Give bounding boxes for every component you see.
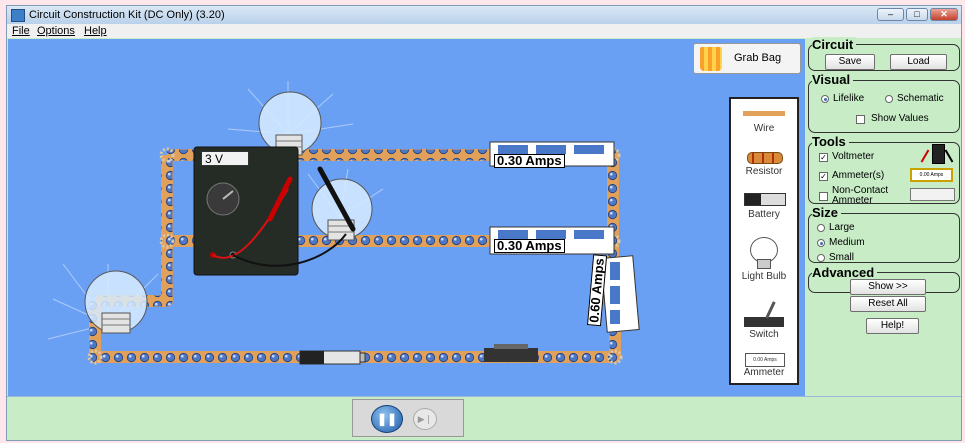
current-label-top: 0.30 Amps: [494, 154, 565, 168]
ammeter-checkbox[interactable]: ✓: [819, 172, 828, 181]
circuit-drawing: [47, 81, 640, 365]
menu-options[interactable]: Options: [37, 25, 75, 37]
grab-bag-button[interactable]: Grab Bag: [693, 43, 801, 74]
control-panel: Circuit Save Load Visual Lifelike Schema…: [807, 37, 961, 396]
light-bulb-top[interactable]: [258, 91, 322, 156]
grab-bag-icon: [700, 47, 722, 71]
battery[interactable]: [299, 350, 366, 365]
show-values-checkbox[interactable]: [856, 115, 865, 124]
ammeter-tool-icon: 0.00 Amps: [910, 168, 953, 182]
menu-bar: File Options Help: [7, 24, 961, 38]
switch-icon: [744, 317, 784, 327]
close-button[interactable]: ✕: [930, 8, 958, 21]
minimize-button[interactable]: –: [877, 8, 904, 21]
playback-controls: ❚❚ ▶❘: [352, 399, 464, 437]
visual-section: [808, 80, 960, 133]
non-contact-ammeter-label: Non-Contact Ammeter: [832, 185, 889, 206]
menu-help[interactable]: Help: [84, 25, 107, 37]
wire-icon: [743, 111, 785, 116]
voltmeter-checkbox[interactable]: ✓: [819, 153, 828, 162]
size-large-radio[interactable]: [817, 224, 825, 232]
size-section-title: Size: [812, 205, 842, 220]
grab-bag-label: Grab Bag: [734, 52, 782, 64]
schematic-label: Schematic: [897, 93, 944, 104]
light-bulb-left[interactable]: [84, 270, 148, 334]
tools-section-title: Tools: [812, 134, 849, 149]
window-title: Circuit Construction Kit (DC Only) (3.20…: [29, 9, 225, 21]
ammeter-label: Ammeter(s): [832, 170, 885, 181]
pause-button[interactable]: ❚❚: [371, 405, 403, 433]
maximize-button[interactable]: □: [906, 8, 928, 21]
toolbox-resistor-label: Resistor: [745, 166, 783, 177]
app-content: 3 V 0.30 Amps 0.30 Amps 0.60 Amps Grab B…: [7, 37, 961, 440]
voltmeter-display: 3 V: [201, 151, 249, 166]
step-button[interactable]: ▶❘: [413, 408, 437, 430]
size-large-label: Large: [829, 222, 855, 233]
show-values-label: Show Values: [871, 113, 929, 124]
bulb-base-icon: [757, 259, 771, 269]
circuit-section-title: Circuit: [812, 37, 857, 52]
component-toolbox: Wire Resistor Battery Light Bulb Switch …: [729, 97, 799, 385]
menu-file[interactable]: File: [12, 25, 30, 37]
lifelike-radio[interactable]: [821, 95, 829, 103]
toolbox-battery-label: Battery: [748, 209, 780, 220]
lifelike-label: Lifelike: [833, 93, 865, 104]
app-window: Circuit Construction Kit (DC Only) (3.20…: [6, 5, 962, 441]
app-icon: [11, 9, 25, 22]
switch[interactable]: [484, 344, 538, 362]
battery-icon: [744, 193, 786, 206]
visual-section-title: Visual: [812, 72, 854, 87]
ammeter-component-right[interactable]: [600, 255, 640, 333]
size-small-radio[interactable]: [817, 254, 825, 262]
advanced-section-title: Advanced: [812, 265, 878, 280]
toolbox-wire-label: Wire: [753, 123, 775, 134]
size-medium-radio[interactable]: [817, 239, 825, 247]
schematic-radio[interactable]: [885, 95, 893, 103]
non-contact-ammeter-icon: [910, 188, 955, 201]
toolbox-switch-label: Switch: [749, 329, 779, 340]
non-contact-ammeter-checkbox[interactable]: [819, 192, 828, 201]
help-button[interactable]: Help!: [866, 318, 919, 334]
voltmeter-label: Voltmeter: [832, 151, 875, 162]
ammeter-icon: 0.00 Amps: [745, 353, 785, 367]
size-small-label: Small: [829, 252, 855, 263]
toolbox-light-bulb-label: Light Bulb: [741, 271, 787, 282]
current-label-middle: 0.30 Amps: [494, 239, 565, 253]
title-bar: Circuit Construction Kit (DC Only) (3.20…: [7, 6, 961, 24]
circuit-canvas[interactable]: 3 V 0.30 Amps 0.30 Amps 0.60 Amps Grab B…: [8, 39, 805, 396]
playback-area: ❚❚ ▶❘: [7, 396, 805, 440]
resistor-icon: [747, 152, 783, 164]
load-button[interactable]: Load: [890, 54, 947, 70]
voltmeter-tool-icon: [932, 144, 945, 164]
toolbox-ammeter-label: Ammeter: [743, 367, 785, 378]
show-advanced-button[interactable]: Show >>: [850, 279, 926, 295]
size-medium-label: Medium: [829, 237, 865, 248]
reset-all-button[interactable]: Reset All: [850, 296, 926, 312]
save-button[interactable]: Save: [825, 54, 875, 70]
